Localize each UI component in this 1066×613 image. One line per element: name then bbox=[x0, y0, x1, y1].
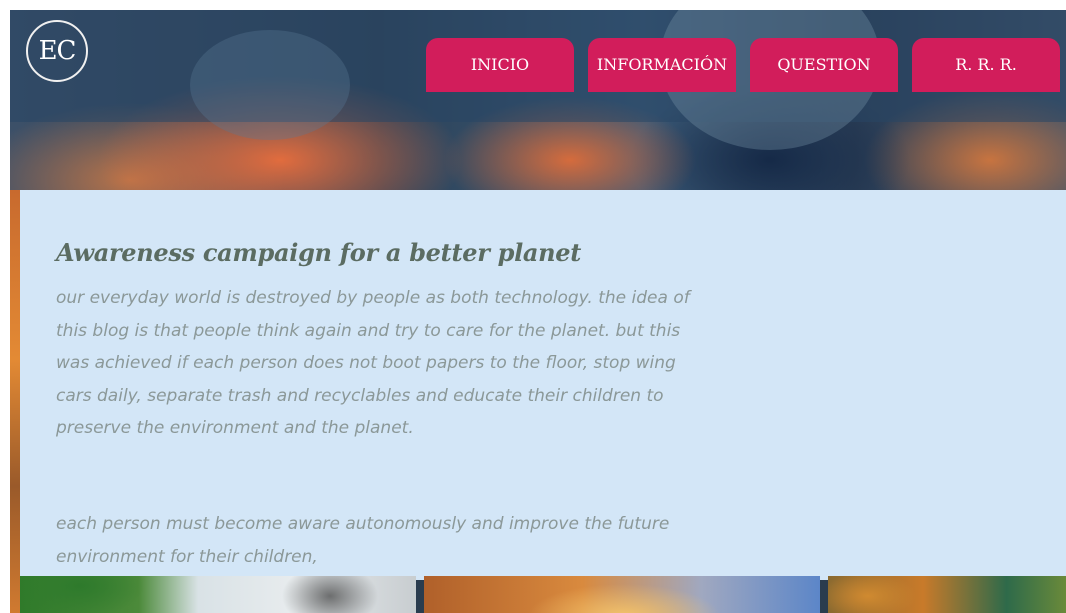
gallery-image-sunset[interactable] bbox=[424, 576, 820, 613]
nav-item-rrr[interactable]: R. R. R. bbox=[912, 38, 1060, 92]
second-paragraph: each person must become aware autonomous… bbox=[56, 514, 670, 567]
page-frame: EC INICIO INFORMACIÓN QUESTION R. R. R. … bbox=[10, 10, 1066, 613]
gallery-image-earth[interactable] bbox=[828, 576, 1066, 613]
gallery-image-trees[interactable] bbox=[20, 576, 416, 613]
nav-item-inicio[interactable]: INICIO bbox=[426, 38, 574, 92]
site-logo[interactable]: EC bbox=[26, 20, 88, 82]
side-background-strip bbox=[10, 190, 20, 613]
hero-decoration bbox=[190, 30, 350, 140]
page-title: Awareness campaign for a better planet bbox=[56, 238, 582, 267]
nav-item-question[interactable]: QUESTION bbox=[750, 38, 898, 92]
content-panel: Awareness campaign for a better planet o… bbox=[20, 190, 1066, 580]
intro-paragraph: our everyday world is destroyed by peopl… bbox=[56, 288, 690, 438]
nav-item-informacion[interactable]: INFORMACIÓN bbox=[588, 38, 736, 92]
